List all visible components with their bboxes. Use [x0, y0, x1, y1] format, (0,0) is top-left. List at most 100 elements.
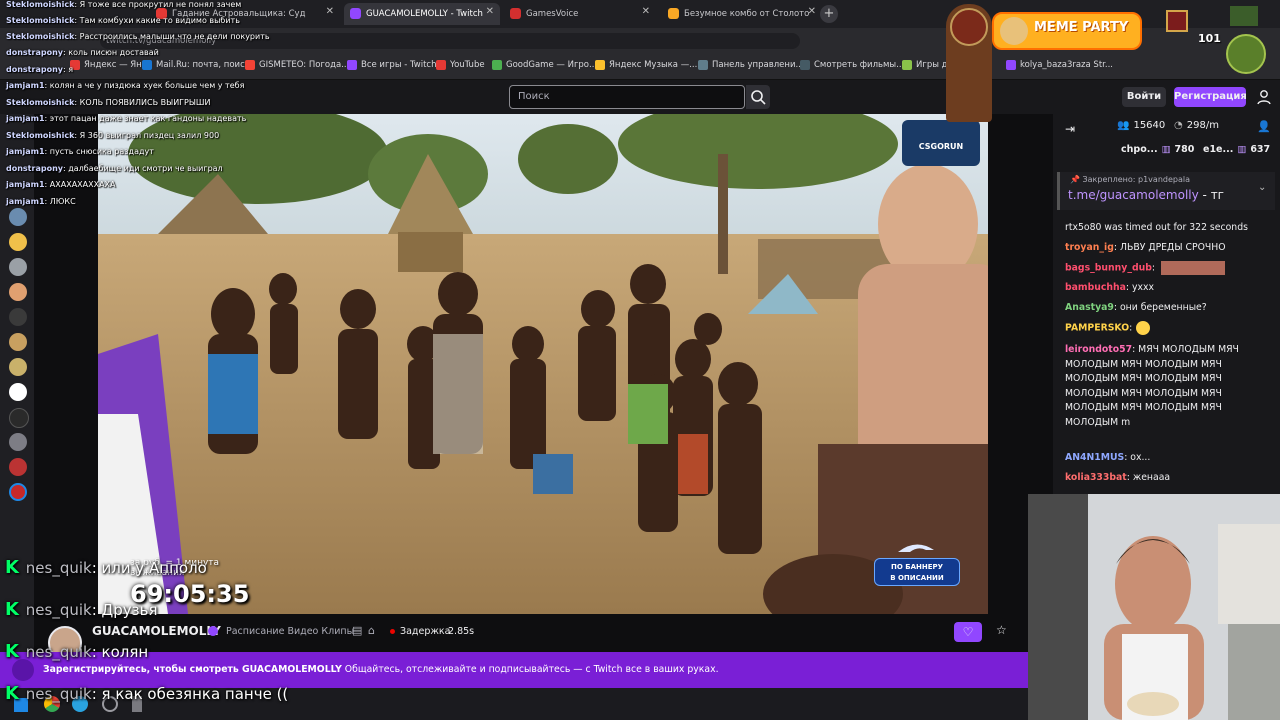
overlay-chat-line: Steklomoishick: Там комбухи какие то вид…	[6, 16, 240, 25]
emoji-icon	[1136, 321, 1151, 335]
logo-text: CSGORUN	[918, 142, 964, 151]
webcam-scene	[1028, 494, 1280, 720]
calendar-icon[interactable]: ▤	[352, 624, 362, 637]
chat-message: rtx5o80 was timed out for 322 seconds	[1065, 221, 1271, 236]
channel-avatar[interactable]	[9, 383, 27, 401]
close-icon[interactable]: ✕	[808, 6, 816, 17]
overlay-chat-line: jamjam1: колян а че у пиздюка хуек больш…	[6, 81, 245, 90]
channel-name[interactable]: GUACAMOLEMOLLY	[92, 624, 221, 638]
gift-icon: ▥	[1237, 144, 1247, 155]
channel-avatar[interactable]	[9, 458, 27, 476]
chevron-down-icon[interactable]: ⌄	[1258, 182, 1266, 193]
new-tab-button[interactable]: +	[820, 5, 838, 23]
badges-decoration: 101	[1158, 4, 1276, 88]
chat-message: leirondoto57: МЯЧ МОЛОДЫМ МЯЧ МОЛОДЫМ МЯ…	[1065, 343, 1271, 430]
message-text: :	[1151, 262, 1156, 274]
tab-label: GUACAMOLEMOLLY - Twitch	[366, 9, 483, 19]
overlay-username: donstrapony	[6, 164, 63, 173]
close-icon[interactable]: ✕	[326, 6, 334, 17]
message-text: : ох...	[1124, 452, 1151, 463]
big-chat-username: nes_quik	[25, 685, 92, 703]
overlay-chat-line: Steklomoishick: Расстроились малыши что …	[6, 32, 270, 41]
chat-username[interactable]: kolia333bat	[1065, 472, 1127, 483]
bookmark-item[interactable]: Смотреть фильмы...	[800, 60, 904, 70]
overlay-username: donstrapony	[6, 65, 63, 74]
chat-username[interactable]: bags_bunny_dub	[1065, 263, 1152, 274]
channel-avatar[interactable]	[9, 283, 27, 301]
delay-label: Задержка	[400, 626, 451, 637]
big-chat-line: K nes_quik: я как обезянка панче ((	[5, 683, 289, 704]
overlay-text: я	[68, 65, 74, 74]
overlay-username: Steklomoishick	[6, 98, 75, 107]
youtube-icon	[436, 60, 446, 70]
chat-message: bags_bunny_dub:	[1065, 261, 1271, 276]
follow-button[interactable]: ♡	[954, 622, 982, 642]
tab-label: Безумное комбо от Столото	[684, 9, 810, 19]
chat-username[interactable]: Anastya9	[1065, 302, 1114, 313]
users-icon[interactable]: 👤	[1257, 120, 1271, 133]
big-chat-text: или у Апполо	[101, 559, 207, 577]
pinned-message[interactable]: 📌 Закреплено: p1vandepala t.me/guacamole…	[1057, 172, 1275, 210]
bookmark-item[interactable]: GISMETEO: Погода...	[245, 60, 349, 70]
gift-icon[interactable]: ⌂	[368, 624, 375, 637]
stream-chat-overlay: Steklomoishick: Я тоже все прокрутил не …	[0, 0, 270, 210]
channel-avatar[interactable]	[9, 308, 27, 326]
star-icon[interactable]: ☆	[996, 623, 1007, 637]
bookmark-label: YouTube	[450, 60, 485, 70]
bookmark-item[interactable]: kolya_baza3raza Str...	[1006, 60, 1113, 70]
chat-message: AN4N1MUS: ох...	[1065, 451, 1271, 466]
people-icon: 👥	[1117, 120, 1130, 131]
channel-avatar[interactable]	[9, 258, 27, 276]
heart-icon: ♡	[962, 625, 974, 639]
chat-message: Anastya9: они беременные?	[1065, 301, 1271, 316]
pinned-link[interactable]: t.me/guacamolemolly	[1068, 188, 1199, 202]
channel-avatar[interactable]	[9, 483, 27, 501]
big-chat-text: Друзья	[101, 601, 158, 619]
browser-tab[interactable]: Безумное комбо от Столото ✕	[662, 3, 822, 25]
gamesvoice-icon	[510, 8, 521, 19]
channel-nav[interactable]: Расписание Видео Клипы	[226, 626, 354, 637]
chat-username[interactable]: AN4N1MUS	[1065, 452, 1124, 463]
channel-avatar[interactable]	[9, 408, 29, 428]
promo-text: В ОПИСАНИИ	[890, 574, 944, 582]
chat-username[interactable]: leirondoto57	[1065, 344, 1132, 355]
bookmark-item[interactable]: GoodGame — Игро...	[492, 60, 597, 70]
overlay-chat-line: jamjam1: пусть снюсика раздадут	[6, 147, 154, 156]
bookmark-item[interactable]: Яндекс Музыка —...	[595, 60, 697, 70]
bookmark-item[interactable]: Все игры - Twitch	[347, 60, 437, 70]
overlay-username: Steklomoishick	[6, 131, 75, 140]
channel-avatar[interactable]	[9, 208, 27, 226]
promo-badge[interactable]: ПО БАННЕРУ В ОПИСАНИИ	[874, 540, 960, 588]
search-button[interactable]	[746, 85, 770, 109]
message-rate: ◔ 298/m	[1174, 120, 1219, 131]
channel-avatar[interactable]	[9, 233, 27, 251]
shark-icon	[896, 540, 936, 556]
close-icon[interactable]: ✕	[642, 6, 650, 17]
overlay-text: ЛЮКС	[49, 197, 76, 206]
signup-button[interactable]: Регистрация	[1174, 87, 1247, 107]
user-icon[interactable]	[1256, 89, 1272, 109]
browser-tab[interactable]: GamesVoice ✕	[504, 3, 656, 25]
bookmark-item[interactable]: Панель управлени...	[698, 60, 804, 70]
pinned-suffix: - тг	[1202, 188, 1224, 202]
overlay-chat-line: donstrapony: я	[6, 65, 74, 74]
collapse-chat-icon[interactable]: ⇥	[1065, 122, 1075, 136]
channel-avatar[interactable]	[9, 333, 27, 351]
browser-tab-active[interactable]: GUACAMOLEMOLLY - Twitch ✕	[344, 3, 500, 25]
overlay-text: Там комбухи какие то видимо выбить	[79, 16, 240, 25]
channel-avatar[interactable]	[9, 433, 27, 451]
login-button[interactable]: Войти	[1122, 87, 1166, 107]
medal-icon	[1166, 10, 1188, 32]
chat-username[interactable]: PAMPERSKO	[1065, 323, 1129, 334]
channel-info-bar: GUACAMOLEMOLLY Расписание Видео Клипы ▤ …	[34, 614, 1028, 660]
close-icon[interactable]: ✕	[486, 6, 494, 17]
overlay-username: jamjam1	[6, 180, 45, 189]
search-input[interactable]: Поиск	[509, 85, 745, 109]
banner-title: Зарегистрируйтесь, чтобы смотреть GUACAM…	[43, 664, 342, 675]
bookmark-item[interactable]: YouTube	[436, 60, 485, 70]
pin-icon: 📌	[1070, 175, 1080, 184]
channel-avatar[interactable]	[9, 358, 27, 376]
chat-username[interactable]: bambuchha	[1065, 282, 1126, 293]
gift-icon: ▥	[1161, 144, 1171, 155]
chat-username[interactable]: troyan_ig	[1065, 242, 1114, 253]
